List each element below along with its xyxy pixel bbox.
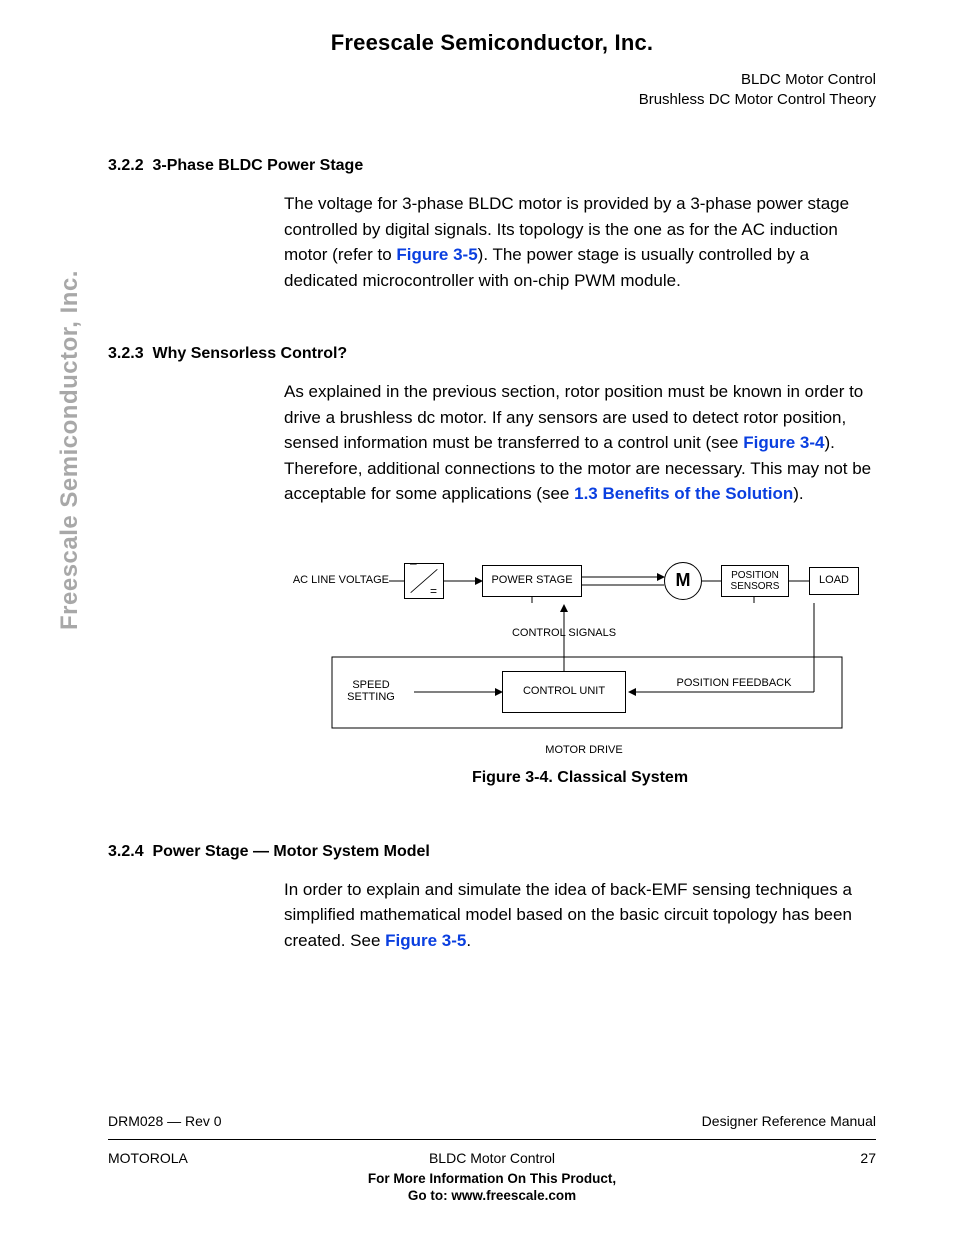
footer-info1: For More Information On This Product, [108, 1170, 876, 1188]
position-sensors-box: POSITION SENSORS [721, 565, 789, 597]
vertical-brand: Freescale Semiconductor, Inc. [56, 270, 84, 630]
label-control-signals: CONTROL SIGNALS [484, 627, 644, 639]
company-header: Freescale Semiconductor, Inc. [108, 30, 876, 56]
section-title: Why Sensorless Control? [152, 345, 347, 362]
motor-symbol: M [664, 562, 702, 600]
load-box: LOAD [809, 567, 859, 595]
figure-link[interactable]: Figure 3-4 [743, 433, 824, 452]
header-right-line1: BLDC Motor Control [108, 70, 876, 90]
text: . [466, 931, 471, 950]
equals-sign: = [430, 585, 437, 598]
figure-link[interactable]: Figure 3-5 [385, 931, 466, 950]
footer-rev: DRM028 — Rev 0 [108, 1113, 222, 1129]
footer-left: MOTOROLA [108, 1150, 188, 1166]
label-speed-setting: SPEED SETTING [336, 679, 406, 703]
footer-docname: Designer Reference Manual [702, 1113, 876, 1129]
minus-sign: – [410, 557, 417, 570]
label-position-feedback: POSITION FEEDBACK [664, 677, 804, 689]
section-3-2-3-heading: 3.2.3 Why Sensorless Control? [108, 345, 876, 363]
figure-3-4: AC LINE VOLTAGE – = POWER STAGE M POSITI… [284, 547, 876, 757]
text: ). [793, 484, 803, 503]
section-3-2-3-body: As explained in the previous section, ro… [284, 379, 876, 507]
footer-info2: Go to: www.freescale.com [108, 1187, 876, 1205]
label-motor-drive: MOTOR DRIVE [524, 744, 644, 756]
header-right-line2: Brushless DC Motor Control Theory [108, 90, 876, 110]
power-stage-box: POWER STAGE [482, 565, 582, 597]
section-link[interactable]: 1.3 Benefits of the Solution [574, 484, 793, 503]
figure-link[interactable]: Figure 3-5 [396, 245, 477, 264]
section-title: Power Stage — Motor System Model [152, 843, 429, 860]
page-footer: DRM028 — Rev 0 Designer Reference Manual… [108, 1113, 876, 1205]
section-num: 3.2.3 [108, 345, 144, 362]
section-3-2-4-heading: 3.2.4 Power Stage — Motor System Model [108, 843, 876, 861]
section-3-2-2-body: The voltage for 3-phase BLDC motor is pr… [284, 191, 876, 293]
section-3-2-4-body: In order to explain and simulate the ide… [284, 877, 876, 954]
section-num: 3.2.4 [108, 843, 144, 860]
section-3-2-2-heading: 3.2.2 3-Phase BLDC Power Stage [108, 157, 876, 175]
section-title: 3-Phase BLDC Power Stage [152, 157, 363, 174]
footer-page: 27 [860, 1150, 876, 1166]
header-right: BLDC Motor Control Brushless DC Motor Co… [108, 70, 876, 109]
section-num: 3.2.2 [108, 157, 144, 174]
text: In order to explain and simulate the ide… [284, 880, 852, 950]
label-ac-line: AC LINE VOLTAGE [284, 574, 389, 586]
footer-center: BLDC Motor Control [108, 1150, 876, 1166]
figure-caption: Figure 3-4. Classical System [284, 769, 876, 787]
control-unit-box: CONTROL UNIT [502, 671, 626, 713]
